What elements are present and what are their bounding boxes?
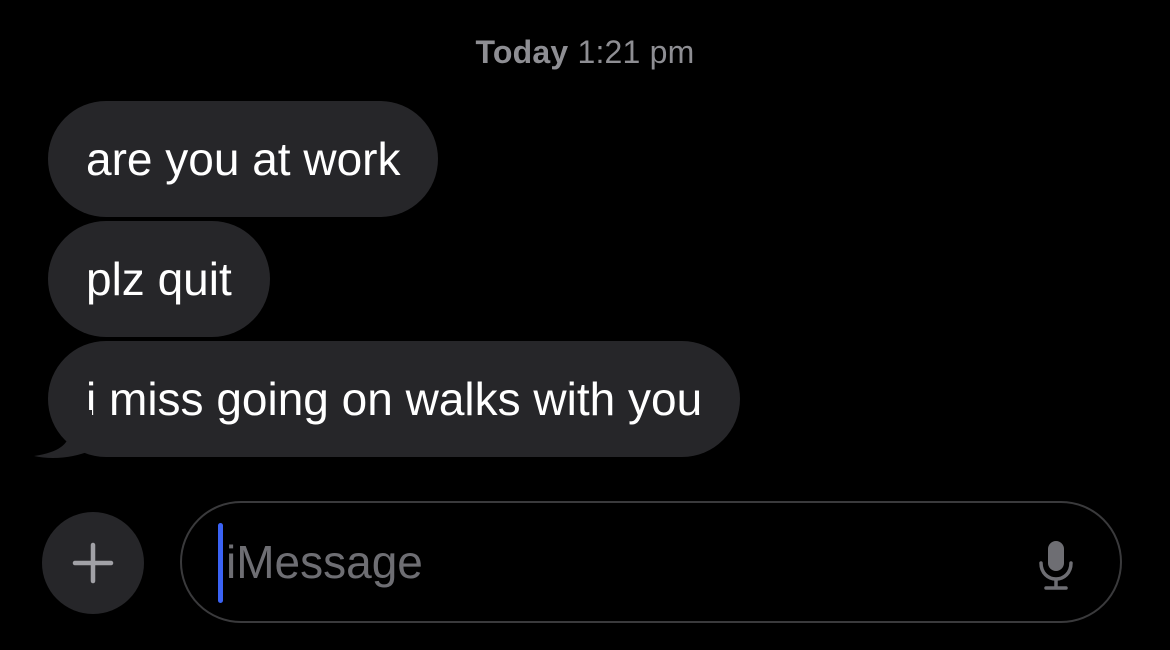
incoming-message-bubble[interactable]: plz quit	[48, 221, 270, 337]
timestamp-time: 1:21 pm	[577, 34, 695, 70]
conversation-view: Today 1:21 pm are you at work plz quit i…	[0, 0, 1170, 650]
message-text: plz quit	[86, 253, 232, 305]
message-text: are you at work	[86, 133, 401, 185]
text-cursor	[218, 523, 223, 603]
bubble-tail	[34, 410, 92, 458]
timestamp-day: Today	[475, 34, 569, 70]
incoming-message-bubble[interactable]: i miss going on walks with you	[48, 341, 741, 457]
incoming-message-bubble[interactable]: are you at work	[48, 101, 439, 217]
add-attachment-button[interactable]	[42, 512, 144, 614]
plus-icon	[72, 542, 114, 584]
message-text: i miss going on walks with you	[86, 373, 703, 425]
message-input-placeholder: iMessage	[226, 536, 423, 588]
message-input-field[interactable]: iMessage	[180, 501, 1122, 623]
microphone-icon[interactable]	[1036, 539, 1076, 591]
message-timestamp: Today 1:21 pm	[0, 34, 1170, 71]
